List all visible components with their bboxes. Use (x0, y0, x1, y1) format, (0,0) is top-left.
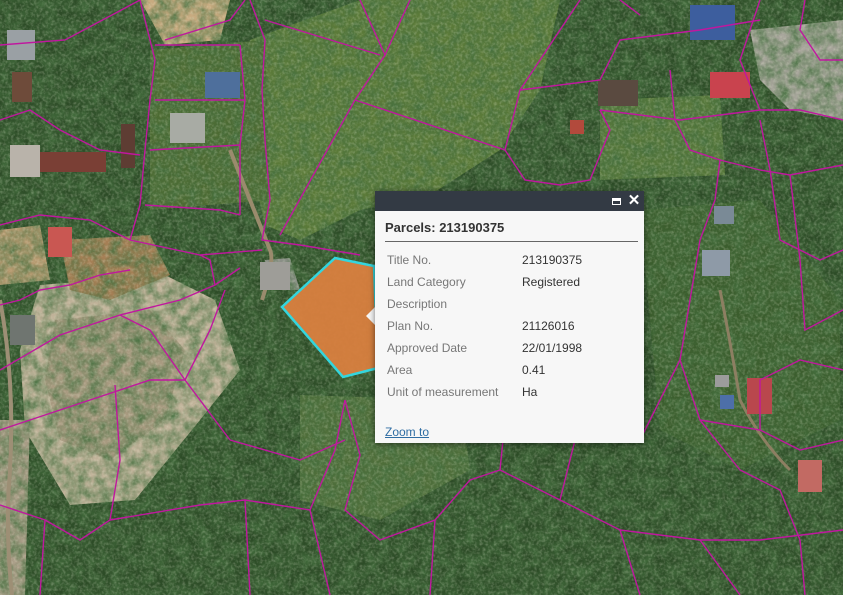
maximize-icon[interactable] (608, 193, 624, 209)
attribute-row: Title No. 213190375 (387, 249, 644, 271)
attribute-value: 213190375 (522, 253, 583, 267)
attribute-row: Unit of measurement Ha (387, 381, 644, 403)
attribute-label: Area (387, 363, 413, 377)
attribute-label: Land Category (387, 275, 466, 289)
attribute-label: Plan No. (387, 319, 434, 333)
attribute-label: Title No. (387, 253, 432, 267)
popup-title: Parcels: 213190375 (385, 220, 638, 242)
attribute-row: Land Category Registered (387, 271, 644, 293)
attribute-row: Approved Date 22/01/1998 (387, 337, 644, 359)
attribute-row: Description (387, 293, 644, 315)
attribute-label: Description (387, 297, 448, 311)
attribute-value: 21126016 (522, 319, 575, 333)
attribute-value: 22/01/1998 (522, 341, 583, 355)
attribute-label: Approved Date (387, 341, 468, 355)
attribute-value: Ha (522, 385, 538, 399)
attribute-row: Plan No. 21126016 (387, 315, 644, 337)
attribute-label: Unit of measurement (387, 385, 499, 399)
zoom-to-link[interactable]: Zoom to (385, 425, 429, 439)
close-icon[interactable]: ✕ (626, 193, 642, 209)
attribute-value: Registered (522, 275, 581, 289)
parcel-popup: ✕ Parcels: 213190375 Title No. 213190375 … (375, 191, 644, 443)
popup-titlebar: ✕ (375, 191, 644, 211)
attribute-value: 0.41 (522, 363, 546, 377)
attribute-table: Title No. 213190375 Land Category Register… (387, 249, 644, 403)
attribute-row: Area 0.41 (387, 359, 644, 381)
